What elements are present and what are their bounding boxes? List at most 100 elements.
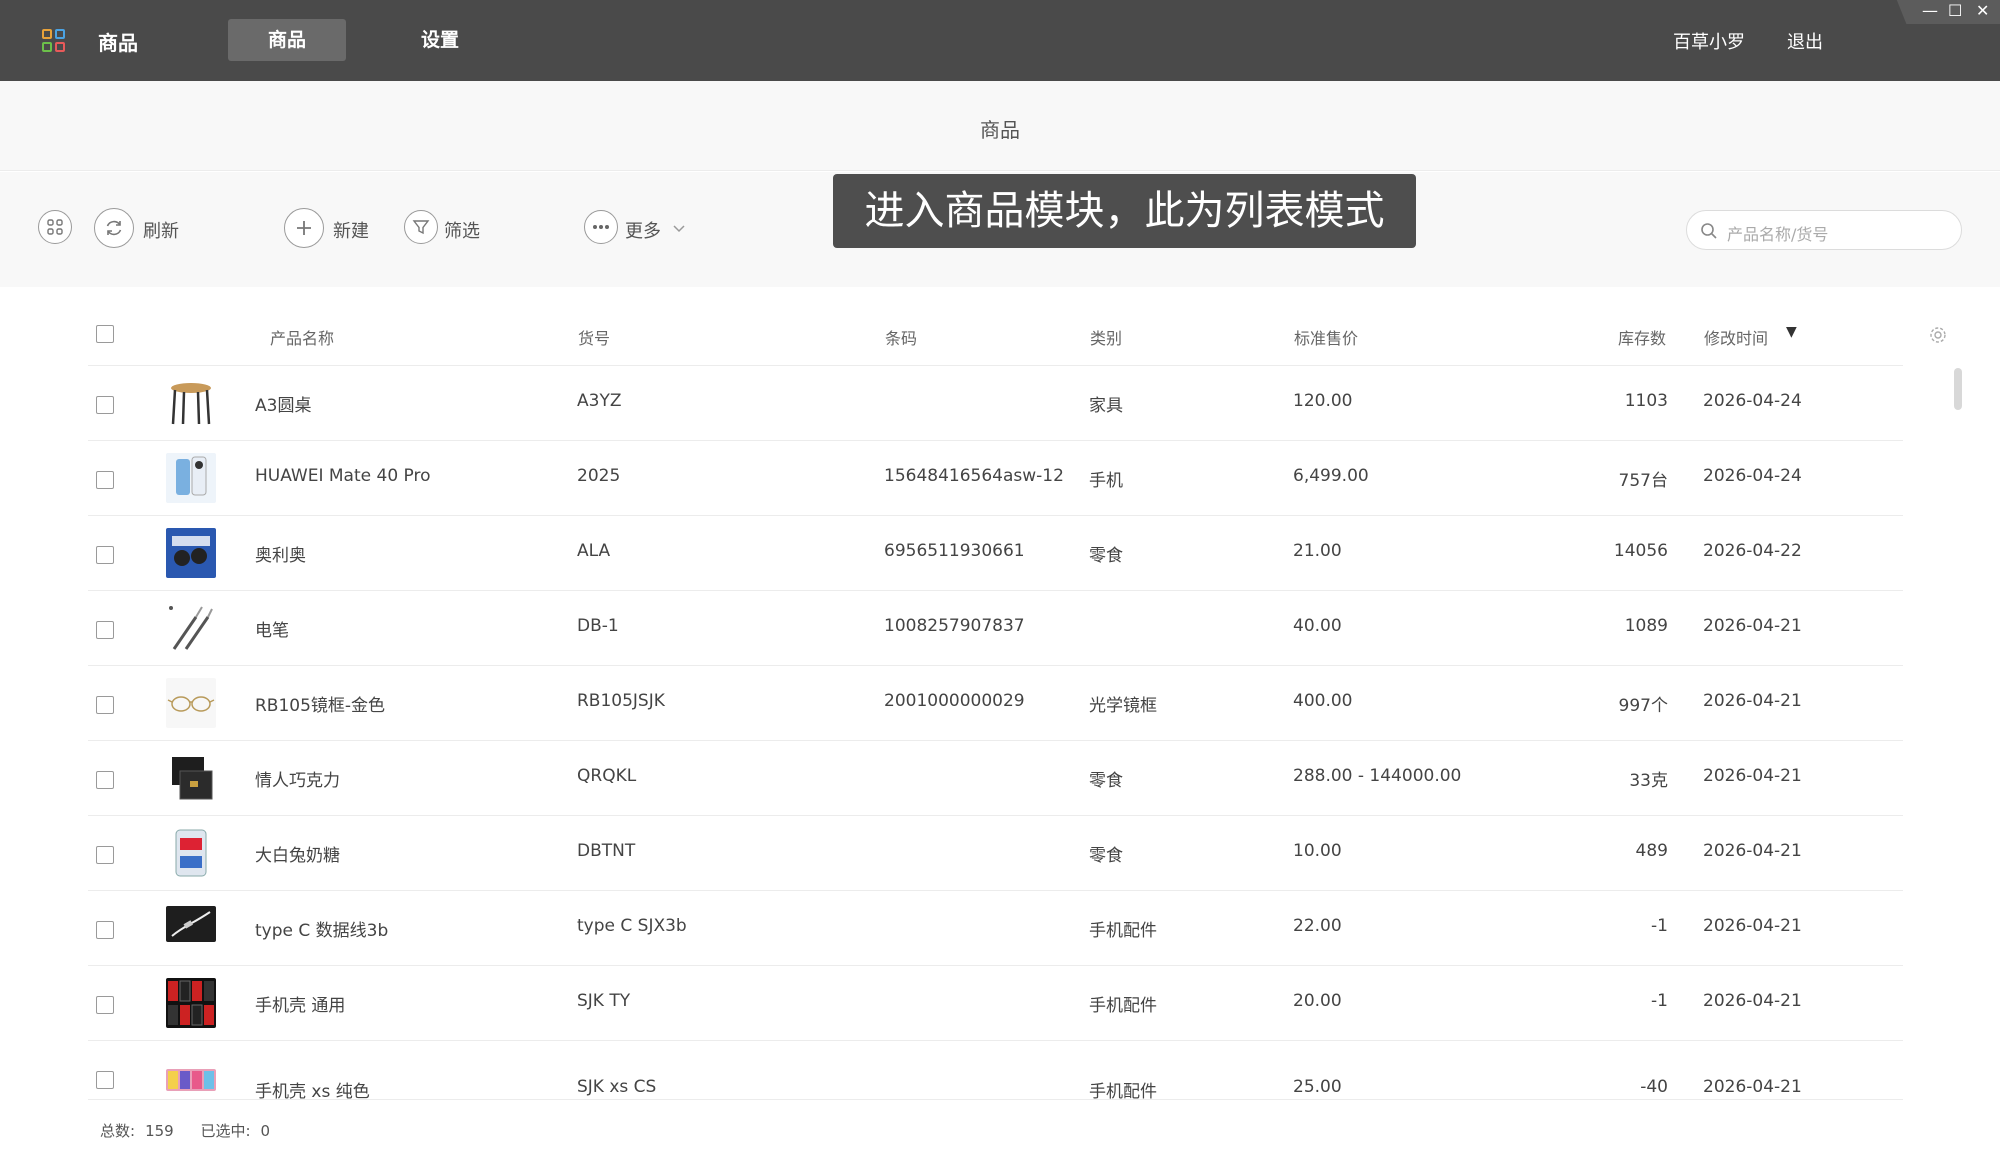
product-category: 零食 (1089, 771, 1123, 791)
table-row[interactable]: RB105镜框-金色 RB105JSJK 2001000000029 光学镜框 … (88, 665, 1903, 740)
product-stock: -40 (1640, 1077, 1668, 1097)
filter-icon (412, 220, 430, 235)
row-checkbox[interactable] (96, 621, 114, 639)
product-stock: 1103 (1624, 391, 1668, 411)
product-name[interactable]: 奥利奥 (255, 541, 306, 566)
product-name[interactable]: HUAWEI Mate 40 Pro (255, 466, 431, 486)
product-sku: DBTNT (577, 841, 636, 861)
product-name[interactable]: A3圆桌 (255, 391, 311, 416)
search-input[interactable]: 产品名称/货号 (1686, 210, 1962, 250)
logout-button[interactable]: 退出 (1787, 28, 1823, 54)
table-row[interactable]: 手机壳 xs 纯色 SJK xs CS 手机配件 25.00 -40 2026-… (88, 1040, 1903, 1102)
table-row[interactable]: A3圆桌 A3YZ 家具 120.00 1103 2026-04-24 (88, 365, 1903, 440)
row-checkbox[interactable] (96, 396, 114, 414)
column-header-sku[interactable]: 货号 (578, 325, 610, 349)
grid-view-button[interactable] (38, 210, 72, 244)
product-thumbnail-oreo (166, 528, 216, 578)
table-row[interactable]: 大白兔奶糖 DBTNT 零食 10.00 489 2026-04-21 (88, 815, 1903, 890)
product-name[interactable]: 电笔 (255, 616, 289, 641)
product-stock: 489 (1635, 841, 1668, 861)
product-barcode: 2001000000029 (884, 691, 1025, 711)
product-price: 400.00 (1293, 691, 1353, 711)
product-modified: 2026-04-24 (1703, 391, 1802, 411)
table-footer: 总数: 159 已选中: 0 (100, 1120, 280, 1141)
new-button[interactable] (284, 208, 324, 248)
close-icon[interactable]: ✕ (1976, 2, 1989, 20)
more-label[interactable]: 更多 (625, 217, 661, 243)
table-row[interactable]: 手机壳 通用 SJK TY 手机配件 20.00 -1 2026-04-21 (88, 965, 1903, 1040)
more-button[interactable] (584, 210, 618, 244)
column-settings-gear-icon[interactable] (1928, 325, 1948, 345)
column-header-stock[interactable]: 库存数 (1618, 325, 1666, 349)
column-header-barcode[interactable]: 条码 (885, 325, 917, 349)
table-row[interactable]: 奥利奥 ALA 6956511930661 零食 21.00 14056 202… (88, 515, 1903, 590)
selected-label: 已选中: (200, 1122, 251, 1140)
product-name[interactable]: 手机壳 通用 (255, 991, 345, 1016)
product-thumbnail-glasses (166, 678, 216, 728)
product-price: 120.00 (1293, 391, 1353, 411)
filter-button[interactable] (404, 210, 438, 244)
column-header-category[interactable]: 类别 (1090, 325, 1122, 349)
product-sku: QRQKL (577, 766, 637, 786)
table-row[interactable]: 电笔 DB-1 1008257907837 40.00 1089 2026-04… (88, 590, 1903, 665)
product-sku: A3YZ (577, 391, 622, 411)
product-name[interactable]: 大白兔奶糖 (255, 841, 340, 866)
table-row[interactable]: HUAWEI Mate 40 Pro 2025 15648416564asw-1… (88, 440, 1903, 515)
product-sku: RB105JSJK (577, 691, 665, 711)
row-checkbox[interactable] (96, 921, 114, 939)
minimize-icon[interactable]: — (1922, 2, 1938, 20)
refresh-label[interactable]: 刷新 (143, 217, 179, 243)
product-price: 20.00 (1293, 991, 1342, 1011)
tab-settings[interactable]: 设置 (392, 19, 488, 61)
product-name[interactable]: type C 数据线3b (255, 916, 388, 941)
row-checkbox[interactable] (96, 696, 114, 714)
product-name[interactable]: 手机壳 xs 纯色 (255, 1077, 370, 1102)
select-all-checkbox[interactable] (96, 325, 114, 343)
product-modified: 2026-04-21 (1703, 841, 1802, 861)
product-stock: 14056 (1613, 541, 1668, 561)
tab-products[interactable]: 商品 (228, 19, 346, 61)
product-stock: -1 (1651, 916, 1668, 936)
chevron-down-icon[interactable] (673, 225, 685, 233)
total-label: 总数: (100, 1122, 136, 1140)
row-checkbox[interactable] (96, 846, 114, 864)
product-category: 零食 (1089, 846, 1123, 866)
column-header-name[interactable]: 产品名称 (270, 325, 334, 349)
top-navigation-bar: 商品 商品 设置 百草小罗 退出 — ☐ ✕ (0, 0, 2000, 81)
refresh-button[interactable] (94, 208, 134, 248)
row-checkbox[interactable] (96, 771, 114, 789)
row-checkbox[interactable] (96, 996, 114, 1014)
product-barcode: 6956511930661 (884, 541, 1025, 561)
product-name[interactable]: 情人巧克力 (255, 766, 340, 791)
product-thumbnail-screwdriver (166, 603, 216, 653)
product-sku: DB-1 (577, 616, 619, 636)
sort-desc-icon[interactable]: ▼ (1786, 324, 1797, 340)
product-price: 10.00 (1293, 841, 1342, 861)
window-controls: — ☐ ✕ (1896, 0, 2000, 24)
app-name: 商品 (98, 31, 138, 55)
filter-label[interactable]: 筛选 (444, 217, 480, 243)
table-scrollbar[interactable] (1954, 368, 1962, 410)
product-name[interactable]: RB105镜框-金色 (255, 691, 385, 716)
product-sku: ALA (577, 541, 611, 561)
product-category: 零食 (1089, 546, 1123, 566)
user-name[interactable]: 百草小罗 (1673, 28, 1745, 54)
table-row[interactable]: type C 数据线3b type C SJX3b 手机配件 22.00 -1 … (88, 890, 1903, 965)
product-category: 手机配件 (1089, 1082, 1157, 1102)
total-count: 159 (145, 1122, 174, 1140)
product-barcode: 1008257907837 (884, 616, 1025, 636)
new-label[interactable]: 新建 (333, 217, 369, 243)
product-thumbnail-cable (166, 906, 216, 942)
column-header-price[interactable]: 标准售价 (1294, 325, 1358, 349)
tutorial-caption: 进入商品模块，此为列表模式 (833, 174, 1416, 248)
product-stock: 33克 (1629, 771, 1668, 791)
row-checkbox[interactable] (96, 471, 114, 489)
maximize-icon[interactable]: ☐ (1948, 2, 1962, 20)
product-sku: SJK xs CS (577, 1077, 657, 1097)
product-modified: 2026-04-21 (1703, 916, 1802, 936)
column-header-modified[interactable]: 修改时间 (1704, 325, 1768, 349)
row-checkbox[interactable] (96, 1071, 114, 1089)
table-row[interactable]: 情人巧克力 QRQKL 零食 288.00 - 144000.00 33克 20… (88, 740, 1903, 815)
search-icon (1701, 223, 1717, 239)
row-checkbox[interactable] (96, 546, 114, 564)
